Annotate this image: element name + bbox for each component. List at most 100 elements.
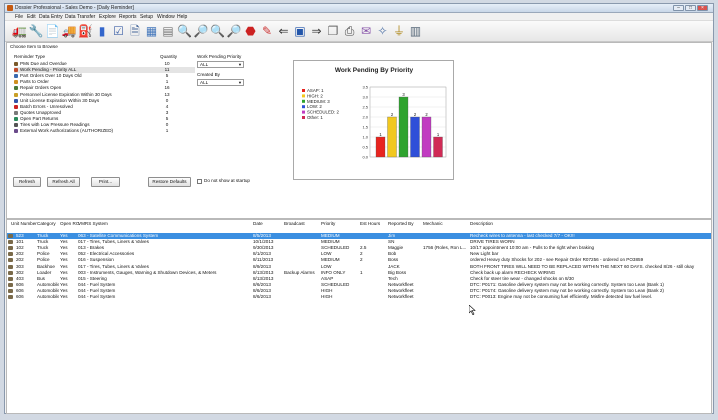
menu-help[interactable]: Help	[177, 14, 187, 20]
column-header[interactable]: Open RO	[60, 221, 79, 227]
fuel-icon[interactable]: ⛽	[78, 24, 93, 39]
reminder-icon	[14, 116, 18, 121]
table-row[interactable]: 202 Police Yes 052 - Electrical Accessories…	[7, 251, 711, 257]
column-header[interactable]: Mechanic	[423, 221, 443, 227]
reminder-qty: 11	[164, 67, 170, 73]
legend-swatch	[302, 116, 305, 119]
table-row[interactable]: 102 Truck Yes 013 - Brakes 9/30/2013 SCHEDULE…	[7, 245, 711, 251]
menu-edit[interactable]: Edit	[27, 14, 36, 20]
legend-entry: ASAP: 1	[307, 88, 324, 93]
reminder-qty: 16	[164, 85, 170, 91]
y-tick-label: 1.5	[362, 125, 368, 130]
table-row[interactable]: 606 Automobile Yes 044 - Fuel System 8/6/201…	[7, 282, 711, 288]
table-cell: 302	[16, 269, 24, 275]
pencil-icon[interactable]: ✎	[260, 24, 275, 39]
column-header[interactable]: Broadcast	[284, 221, 305, 227]
table-cell: 606	[16, 281, 24, 287]
calendar-icon[interactable]: ▦	[144, 24, 159, 39]
arrow-right-icon[interactable]: ⇒	[309, 24, 324, 39]
table-cell: 016 - Suspension	[78, 257, 114, 263]
menu-file[interactable]: File	[15, 14, 23, 20]
table-row[interactable]: 606 Automobile Yes 044 - Fuel System 8/6/201…	[7, 294, 711, 300]
menu-reports[interactable]: Reports	[119, 14, 137, 20]
save-icon[interactable]: ▣	[293, 24, 308, 39]
reminder-item[interactable]: Unit License Expiration Within 30 Days 0	[14, 98, 195, 104]
startup-checkbox[interactable]	[197, 179, 202, 184]
vehicles-icon[interactable]: 🚛	[12, 24, 27, 39]
restore-defaults-button[interactable]: Restore Defaults	[148, 177, 191, 187]
column-header[interactable]: Est Hours	[360, 221, 380, 227]
minimize-button[interactable]: –	[673, 5, 684, 11]
legend-swatch	[302, 105, 305, 109]
reminder-item[interactable]: Quotes Unapproved 3	[14, 110, 195, 116]
print-icon[interactable]: ⎙	[342, 24, 357, 39]
reminder-item[interactable]: Open Part Returns 5	[14, 116, 195, 122]
table-cell: Tech	[388, 275, 398, 281]
menu-data-transfer[interactable]: Data Transfer	[65, 14, 95, 20]
table-row[interactable]: 303 Backhoe Yes 017 - Tires, Tubes, Liners …	[7, 264, 711, 270]
report-icon[interactable]: ▥	[408, 24, 423, 39]
plug-icon[interactable]: ⏚	[392, 24, 407, 39]
reminder-label: Parts to Order	[20, 79, 49, 85]
truck-icon[interactable]: 🚚	[62, 24, 77, 39]
menu-setup[interactable]: Setup	[140, 14, 153, 20]
reminder-icon	[14, 104, 18, 109]
work-pending-select[interactable]: ALL ▼	[197, 61, 244, 68]
reminder-item[interactable]: PMs Due and Overdue 10	[14, 61, 195, 67]
close-button[interactable]: ×	[697, 5, 708, 11]
column-header[interactable]: Unit Number	[11, 221, 37, 227]
refresh-button[interactable]: Refresh	[13, 177, 41, 187]
wrench-icon	[8, 240, 13, 245]
menu-window[interactable]: Window	[157, 14, 175, 20]
column-header[interactable]: Reported By	[388, 221, 414, 227]
magnify-icon[interactable]: 🔍	[177, 24, 192, 39]
column-header[interactable]: Category	[37, 221, 56, 227]
column-header[interactable]: Date	[253, 221, 263, 227]
menu-data-entry[interactable]: Data Entry	[39, 14, 63, 20]
mail-icon[interactable]: ✉	[359, 24, 374, 39]
table-row[interactable]: 523 Truck Yes 063 - Satellite Communication…	[7, 233, 711, 239]
reminder-item[interactable]: Tires with Low Pressure Readings 0	[14, 122, 195, 128]
table-row[interactable]: 302 Loader Yes 003 - Instruments, Gauges, W…	[7, 270, 711, 276]
column-header[interactable]: VMRS System	[78, 221, 108, 227]
reminder-item[interactable]: Personnel License Expiration Within 30 D…	[14, 92, 195, 98]
magnify-plus-icon[interactable]: 🔎	[194, 24, 209, 39]
print-button[interactable]: Print...	[91, 177, 120, 187]
tools-icon[interactable]: 🔧	[29, 24, 44, 39]
table-row[interactable]: 403 Bus Yes 015 - Steering 8/13/2013 ASAP Tech…	[7, 276, 711, 282]
reminder-item[interactable]: External Work Authorizations (AUTHORIZED…	[14, 128, 195, 134]
refresh-all-button[interactable]: Refresh All	[47, 177, 80, 187]
calculator-icon[interactable]: ▤	[161, 24, 176, 39]
table-cell: ASAP	[321, 275, 334, 281]
search-globe-icon[interactable]: 🔎	[227, 24, 242, 39]
table-row[interactable]: 101 Truck Yes 017 - Tires, Tubes, Liners & …	[7, 239, 711, 245]
stop-icon[interactable]: ⬣	[243, 24, 258, 39]
table-cell: Networkfleet	[388, 281, 414, 287]
reminder-label: Tires with Low Pressure Readings	[20, 122, 90, 127]
table-cell: Backup Alarms	[284, 269, 315, 275]
arrow-left-icon[interactable]: ⇐	[276, 24, 291, 39]
column-header[interactable]: Priority	[321, 221, 335, 227]
maximize-button[interactable]: □	[685, 5, 696, 11]
startup-checkbox-label: Do not show at startup	[204, 178, 250, 183]
column-header[interactable]: Description	[470, 221, 493, 227]
created-by-select[interactable]: ALL ▼	[197, 79, 244, 86]
table-cell: Automobile	[37, 287, 59, 293]
checklist-icon[interactable]: ☑	[111, 24, 126, 39]
table-cell: 8/13/2013	[253, 275, 274, 281]
table-row[interactable]: 202 Police Yes 016 - Suspension 8/11/2013 MED…	[7, 257, 711, 263]
pages-icon[interactable]: ❐	[326, 24, 341, 39]
table-cell: 013 - Brakes	[78, 245, 105, 251]
reminder-item[interactable]: Part Orders Over 10 Days Old 5	[14, 73, 195, 79]
forms-icon[interactable]: 🗎	[128, 24, 143, 39]
reminder-item[interactable]: Work Pending - Priority ALL 11	[14, 67, 195, 74]
document-icon[interactable]: 📄	[45, 24, 60, 39]
reminder-item[interactable]: Batch Errors - Unresolved 4	[14, 104, 195, 110]
menu-explore[interactable]: Explore	[99, 14, 116, 20]
reminder-item[interactable]: Repair Orders Open 16	[14, 85, 195, 91]
table-row[interactable]: 606 Automobile Yes 044 - Fuel System 8/6/201…	[7, 288, 711, 294]
reminder-item[interactable]: Parts to Order 1	[14, 79, 195, 85]
battery-icon[interactable]: ▮	[95, 24, 110, 39]
magnify-minus-icon[interactable]: 🔍	[210, 24, 225, 39]
wizard-icon[interactable]: ✧	[375, 24, 390, 39]
